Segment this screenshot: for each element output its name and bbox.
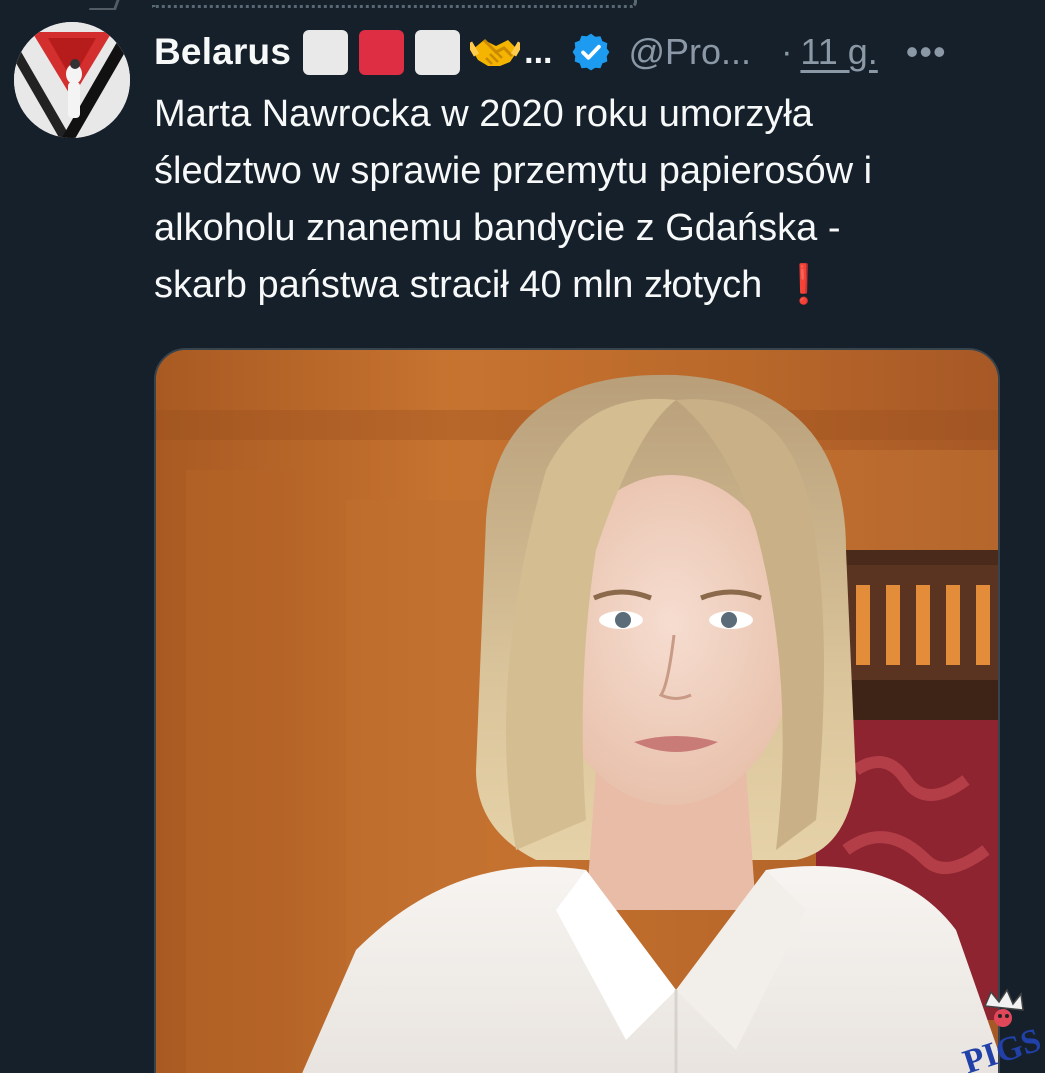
more-options-icon[interactable]: ••• bbox=[906, 31, 947, 73]
reply-arrow-icon bbox=[88, 0, 123, 10]
white-square-emoji-icon bbox=[303, 29, 349, 75]
handshake-emoji-icon bbox=[470, 38, 521, 66]
white-square-emoji-icon bbox=[415, 29, 461, 75]
tweet-text-line: alkoholu znanemu bandycie z Gdańska - bbox=[154, 207, 841, 249]
portrait-photo bbox=[156, 350, 998, 1073]
user-handle[interactable]: @Pro... bbox=[628, 31, 751, 73]
avatar-image bbox=[14, 22, 130, 138]
tweet-text: Marta Nawrocka w 2020 roku umorzyła śled… bbox=[154, 86, 1034, 314]
red-exclamation-emoji-icon: ❗ bbox=[780, 264, 828, 306]
tweet-page: Belarus ... @Pro... · 11 g. ••• Marta Na… bbox=[0, 0, 1045, 1073]
watermark-logo: PIGS bbox=[955, 988, 1045, 1073]
display-name[interactable]: Belarus bbox=[154, 31, 291, 73]
tweet-photo[interactable] bbox=[154, 348, 1000, 1073]
previous-tweet-link[interactable] bbox=[152, 0, 637, 8]
separator-dot: · bbox=[781, 32, 793, 71]
timestamp-link[interactable]: 11 g. bbox=[800, 31, 877, 73]
pigs-logo-icon: PIGS bbox=[959, 988, 1045, 1073]
tweet-text-line: śledztwo w sprawie przemytu papierosów i bbox=[154, 150, 873, 192]
tweet-text-line: Marta Nawrocka w 2020 roku umorzyła bbox=[154, 93, 813, 135]
previous-tweet-remnant bbox=[0, 0, 1045, 10]
verified-badge-icon[interactable] bbox=[570, 31, 612, 73]
tweet-text-line-content: skarb państwa stracił 40 mln złotych bbox=[154, 264, 763, 306]
tweet-header: Belarus ... @Pro... · 11 g. ••• bbox=[154, 24, 947, 80]
tweet-text-line: skarb państwa stracił 40 mln złotych ❗ bbox=[154, 257, 1034, 314]
watermark-text: PIGS bbox=[959, 1022, 1045, 1073]
name-truncation: ... bbox=[524, 32, 553, 71]
avatar[interactable] bbox=[14, 22, 130, 138]
red-square-emoji-icon bbox=[359, 29, 405, 75]
